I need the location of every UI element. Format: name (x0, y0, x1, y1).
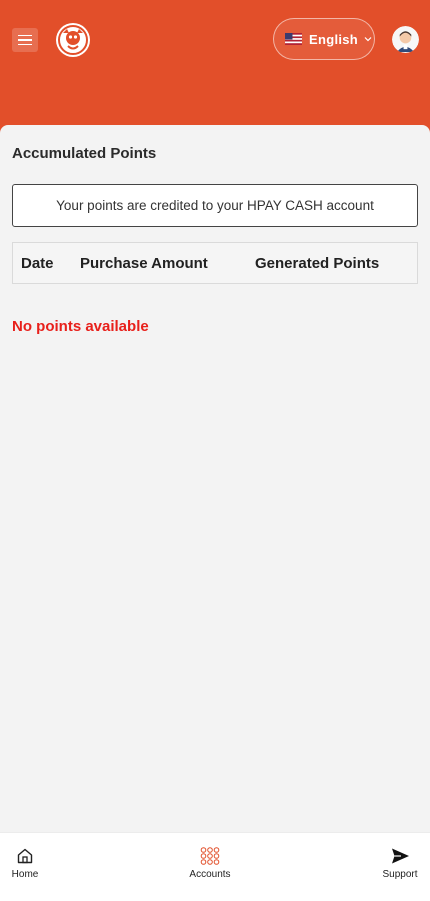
nav-item-accounts[interactable]: Accounts (180, 847, 240, 880)
column-header-generated-points: Generated Points (255, 255, 380, 272)
empty-state-message: No points available (12, 318, 149, 335)
nav-item-home[interactable]: Home (0, 847, 55, 880)
page-title: Accumulated Points (12, 145, 157, 162)
language-label: English (309, 31, 359, 47)
nav-label-home: Home (11, 869, 39, 880)
column-header-date: Date (21, 255, 54, 272)
nav-label-support: Support (382, 869, 418, 880)
points-card: Accumulated Points Your points are credi… (0, 125, 430, 832)
bottom-navigation: Home Accounts Support (0, 832, 430, 901)
column-header-purchase-amount: Purchase Amount (80, 255, 208, 272)
home-icon (17, 848, 33, 864)
nav-label-accounts: Accounts (189, 869, 231, 880)
points-notice: Your points are credited to your HPAY CA… (12, 184, 418, 227)
points-table-header: Date Purchase Amount Generated Points (12, 242, 418, 284)
notice-text: Your points are credited to your HPAY CA… (56, 198, 374, 213)
hamburger-menu-icon[interactable] (12, 28, 38, 52)
us-flag-icon (285, 33, 302, 45)
chevron-down-icon (364, 37, 372, 42)
accounts-grid-icon (200, 847, 220, 865)
top-header: English (0, 0, 430, 140)
user-avatar-icon[interactable] (392, 26, 419, 53)
language-selector[interactable]: English (273, 18, 375, 60)
send-icon (391, 848, 409, 864)
brand-logo-icon[interactable] (55, 22, 91, 58)
nav-item-support[interactable]: Support (370, 847, 430, 880)
